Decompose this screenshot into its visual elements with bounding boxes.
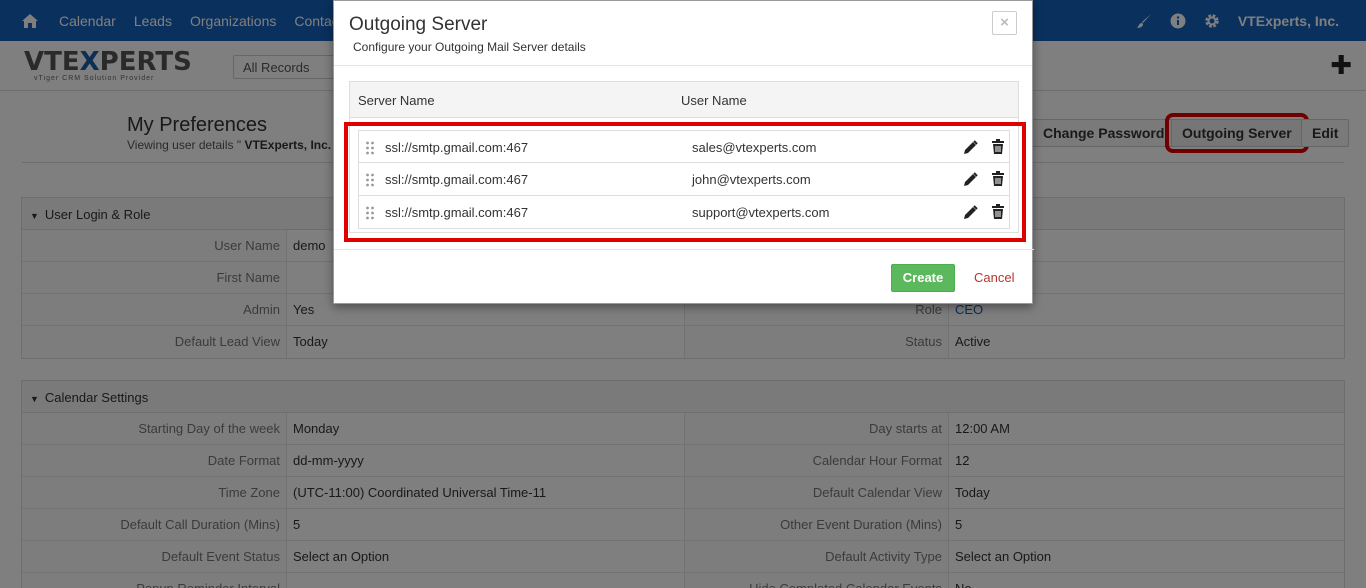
outgoing-server-modal: Outgoing Server Configure your Outgoing … [333, 0, 1034, 305]
modal-subtitle: Configure your Outgoing Mail Server deta… [353, 40, 586, 54]
user-name: john@vtexperts.com [692, 172, 811, 187]
drag-handle-icon[interactable] [365, 206, 375, 220]
column-user-name: User Name [681, 93, 747, 108]
trash-icon[interactable] [991, 139, 1005, 154]
table-row: ssl://smtp.gmail.com:467 support@vtexper… [358, 196, 1010, 229]
drag-handle-icon[interactable] [365, 141, 375, 155]
pencil-icon[interactable] [963, 172, 978, 187]
column-server-name: Server Name [358, 93, 435, 108]
pencil-icon[interactable] [963, 205, 978, 220]
modal-footer: Create Cancel [334, 249, 1034, 305]
server-name: ssl://smtp.gmail.com:467 [385, 140, 529, 155]
server-name: ssl://smtp.gmail.com:467 [385, 172, 529, 187]
close-icon[interactable]: × [992, 11, 1017, 35]
server-list: ssl://smtp.gmail.com:467 sales@vtexperts… [358, 130, 1010, 229]
cancel-link[interactable]: Cancel [974, 270, 1014, 285]
table-row: ssl://smtp.gmail.com:467 john@vtexperts.… [358, 163, 1010, 196]
modal-header: Outgoing Server Configure your Outgoing … [334, 1, 1032, 66]
pencil-icon[interactable] [963, 140, 978, 155]
table-row: ssl://smtp.gmail.com:467 sales@vtexperts… [358, 130, 1010, 163]
server-table: Server Name User Name ssl://smtp.gmail.c… [349, 81, 1019, 233]
user-name: sales@vtexperts.com [692, 140, 817, 155]
create-button[interactable]: Create [891, 264, 955, 292]
trash-icon[interactable] [991, 171, 1005, 186]
drag-handle-icon[interactable] [365, 173, 375, 187]
trash-icon[interactable] [991, 204, 1005, 219]
server-name: ssl://smtp.gmail.com:467 [385, 205, 529, 220]
modal-title: Outgoing Server [349, 14, 488, 35]
user-name: support@vtexperts.com [692, 205, 830, 220]
table-header: Server Name User Name [350, 82, 1018, 118]
